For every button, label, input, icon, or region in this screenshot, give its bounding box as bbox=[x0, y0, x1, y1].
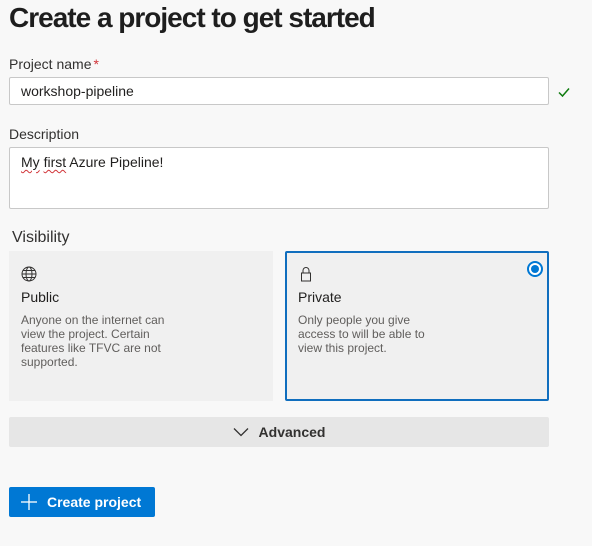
private-option-description: Only people you give access to will be a… bbox=[298, 313, 425, 355]
private-radio-selected[interactable] bbox=[527, 261, 543, 277]
description-label: Description bbox=[9, 126, 80, 142]
page-title: Create a project to get started bbox=[9, 2, 376, 33]
project-name-input[interactable]: workshop-pipeline bbox=[9, 77, 549, 105]
create-project-label: Create project bbox=[47, 494, 142, 510]
required-marker: * bbox=[93, 56, 99, 72]
visibility-label: Visibility bbox=[12, 229, 70, 246]
project-name-label-text: Project name bbox=[9, 56, 92, 72]
globe-icon bbox=[21, 266, 37, 282]
chevron-down-icon bbox=[233, 428, 248, 437]
description-rest: Azure Pipeline! bbox=[66, 154, 164, 170]
create-project-button[interactable]: Create project bbox=[9, 487, 155, 517]
public-option-description: Anyone on the internet can view the proj… bbox=[21, 313, 165, 369]
advanced-toggle[interactable]: Advanced bbox=[9, 417, 549, 447]
description-input[interactable]: My first Azure Pipeline! bbox=[9, 147, 549, 209]
lock-icon bbox=[301, 267, 311, 282]
visibility-option-public[interactable]: Public Anyone on the internet can view t… bbox=[9, 251, 273, 401]
public-option-title: Public bbox=[21, 289, 60, 305]
advanced-label: Advanced bbox=[258, 424, 326, 440]
checkmark-icon bbox=[558, 88, 570, 98]
description-word-first: first bbox=[43, 154, 67, 170]
visibility-option-private[interactable]: Private Only people you give access to w… bbox=[285, 251, 549, 401]
description-word-my: My bbox=[21, 154, 40, 170]
private-option-title: Private bbox=[298, 289, 342, 305]
plus-icon bbox=[21, 494, 37, 510]
project-name-label: Project name * bbox=[9, 56, 99, 72]
